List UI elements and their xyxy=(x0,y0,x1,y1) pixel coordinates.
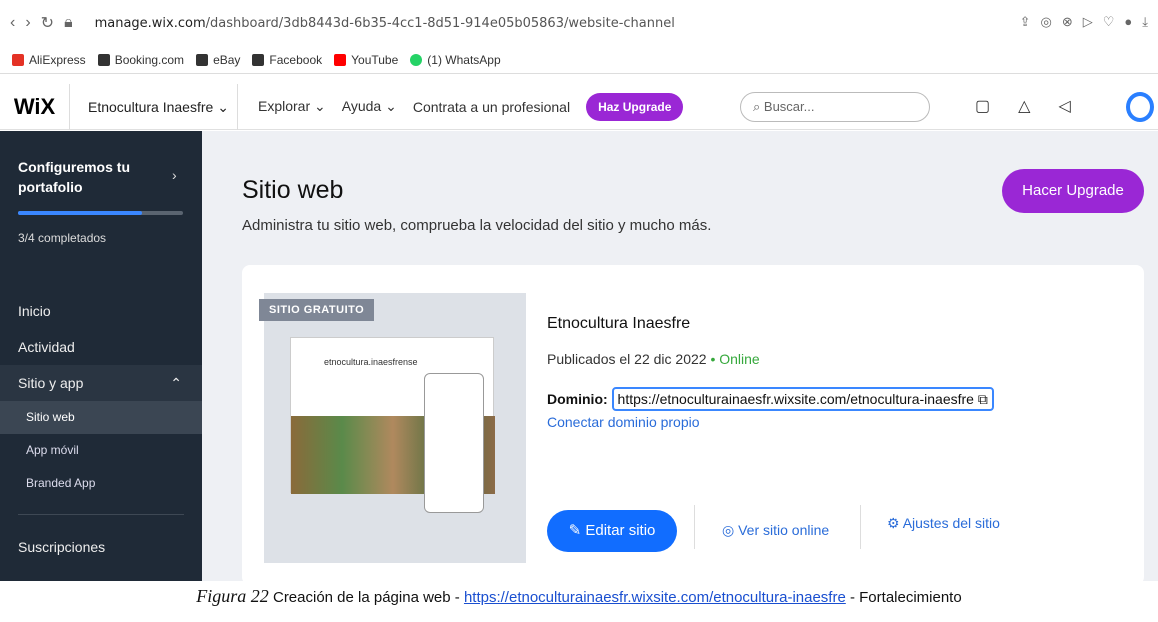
wix-header: WiX Etnocultura Inaesfre ⌄ Explorar ⌄ Ay… xyxy=(0,83,1158,130)
whatsapp-icon xyxy=(410,53,423,66)
mobile-preview xyxy=(424,373,484,513)
screenshot-icon[interactable]: ◎ xyxy=(1040,14,1051,30)
haz-upgrade-button[interactable]: Haz Upgrade xyxy=(586,92,684,121)
main-content: Sitio web Administra tu sitio web, compr… xyxy=(202,131,1158,585)
address-bar[interactable]: manage.wix.com/dashboard/3db8443d-6b35-4… xyxy=(95,16,675,31)
external-link-icon[interactable]: ⧉ xyxy=(978,391,988,407)
divider xyxy=(694,505,695,549)
site-info: Etnocultura Inaesfre Publicados el 22 di… xyxy=(547,315,994,430)
play-icon[interactable]: ▷ xyxy=(1083,14,1093,30)
divider xyxy=(860,505,861,549)
online-status: • Online xyxy=(710,351,760,367)
site-selector[interactable]: Etnocultura Inaesfre ⌄ xyxy=(70,83,238,130)
block-icon[interactable]: ⊗ xyxy=(1062,14,1073,30)
aliexpress-icon xyxy=(12,53,24,66)
search-icon: ⌕ xyxy=(753,99,761,114)
bookmark-facebook[interactable]: Facebook xyxy=(252,53,322,67)
sidebar-subitem-app-movil[interactable]: App móvil xyxy=(0,434,202,467)
page-subtitle: Administra tu sitio web, comprueba la ve… xyxy=(242,217,712,234)
heart-icon[interactable]: ♡ xyxy=(1103,14,1115,30)
browser-toolbar: ‹ › ↻ 🔒︎ manage.wix.com/dashboard/3db844… xyxy=(0,0,1158,46)
bookmark-booking[interactable]: Booking.com xyxy=(97,53,184,67)
site-settings-link[interactable]: ⚙ Ajustes del sitio xyxy=(887,515,1000,532)
nav-contrata[interactable]: Contrata a un profesional xyxy=(413,99,570,115)
browser-actions: ⇪ ◎ ⊗ ▷ ♡ ● ⤓ xyxy=(1020,14,1148,30)
caption-link[interactable]: https://etnoculturainaesfr.wixsite.com/e… xyxy=(464,589,846,606)
eye-icon: ◎ xyxy=(722,522,735,538)
sidebar-item-actividad[interactable]: Actividad xyxy=(0,329,202,365)
bookmark-youtube[interactable]: YouTube xyxy=(334,53,398,67)
site-card: SITIO GRATUITO etnocultura.inaesfrense E… xyxy=(242,265,1144,585)
avatar[interactable] xyxy=(1126,92,1154,122)
download-icon[interactable]: ⤓ xyxy=(1142,14,1148,30)
sidebar: Configuremos tu portafolio › 3/4 complet… xyxy=(0,131,202,581)
share-icon[interactable]: ⇪ xyxy=(1020,14,1031,30)
free-site-badge: SITIO GRATUITO xyxy=(259,299,375,321)
connect-domain-link[interactable]: Conectar dominio propio xyxy=(547,414,994,430)
wix-logo[interactable]: WiX xyxy=(0,83,70,130)
reload-icon[interactable]: ↻ xyxy=(41,13,54,33)
back-icon[interactable]: ‹ xyxy=(10,14,15,32)
forward-icon[interactable]: › xyxy=(25,14,30,32)
onboarding-count: 3/4 completados xyxy=(18,231,107,245)
domain-url[interactable]: https://etnoculturainaesfr.wixsite.com/e… xyxy=(611,387,994,411)
domain-row: Dominio: https://etnoculturainaesfr.wixs… xyxy=(547,387,994,411)
sidebar-item-inicio[interactable]: Inicio xyxy=(0,293,202,329)
divider xyxy=(18,514,184,515)
chevron-right-icon[interactable]: › xyxy=(172,167,177,183)
bookmark-ebay[interactable]: eBay xyxy=(196,53,240,67)
gear-icon: ⚙ xyxy=(887,515,900,531)
youtube-icon xyxy=(334,53,347,66)
lock-icon: 🔒︎ xyxy=(64,14,73,31)
site-thumbnail[interactable]: SITIO GRATUITO etnocultura.inaesfrense xyxy=(259,293,526,563)
chevron-down-icon: ⌄ xyxy=(217,98,229,115)
chat-icon[interactable]: ▢ xyxy=(975,96,990,116)
header-actions: ▢ △ ◁ xyxy=(975,96,1071,116)
figure-caption: Figura 22 Creación de la página web - ht… xyxy=(196,586,962,606)
megaphone-icon[interactable]: ◁ xyxy=(1058,96,1070,116)
hacer-upgrade-button[interactable]: Hacer Upgrade xyxy=(1002,169,1144,213)
view-site-link[interactable]: ◎ Ver sitio online xyxy=(722,522,829,539)
search-input[interactable]: ⌕ Buscar... xyxy=(740,92,930,122)
sidebar-subitem-sitio-web[interactable]: Sitio web xyxy=(0,401,202,434)
bookmark-whatsapp[interactable]: (1) WhatsApp xyxy=(410,53,501,67)
onboarding-title[interactable]: Configuremos tu portafolio xyxy=(18,157,158,197)
profile-icon[interactable]: ● xyxy=(1124,14,1132,30)
sidebar-item-sitio-app[interactable]: Sitio y app ⌃ xyxy=(0,365,202,401)
pencil-icon: ✎ xyxy=(568,522,582,539)
nav-explorar[interactable]: Explorar ⌄ xyxy=(258,98,326,115)
site-name: Etnocultura Inaesfre xyxy=(547,315,691,332)
chevron-up-icon: ⌃ xyxy=(170,375,182,391)
folder-icon xyxy=(252,53,265,66)
edit-site-button[interactable]: ✎ Editar sitio xyxy=(547,510,677,552)
bell-icon[interactable]: △ xyxy=(1018,96,1030,116)
bookmark-aliexpress[interactable]: AliExpress xyxy=(12,53,86,67)
onboarding-progress xyxy=(18,211,183,215)
nav-ayuda[interactable]: Ayuda ⌄ xyxy=(342,98,397,115)
folder-icon xyxy=(97,53,110,66)
published-row: Publicados el 22 dic 2022 • Online xyxy=(547,351,760,367)
preview-title: etnocultura.inaesfrense xyxy=(324,357,418,367)
sidebar-item-suscripciones[interactable]: Suscripciones xyxy=(0,529,202,565)
top-nav: Explorar ⌄ Ayuda ⌄ Contrata a un profesi… xyxy=(258,92,684,121)
page-title: Sitio web xyxy=(242,176,344,204)
bookmarks-bar: AliExpress Booking.com eBay Facebook You… xyxy=(0,46,1158,74)
folder-icon xyxy=(196,53,209,66)
sidebar-subitem-branded-app[interactable]: Branded App xyxy=(0,467,202,500)
